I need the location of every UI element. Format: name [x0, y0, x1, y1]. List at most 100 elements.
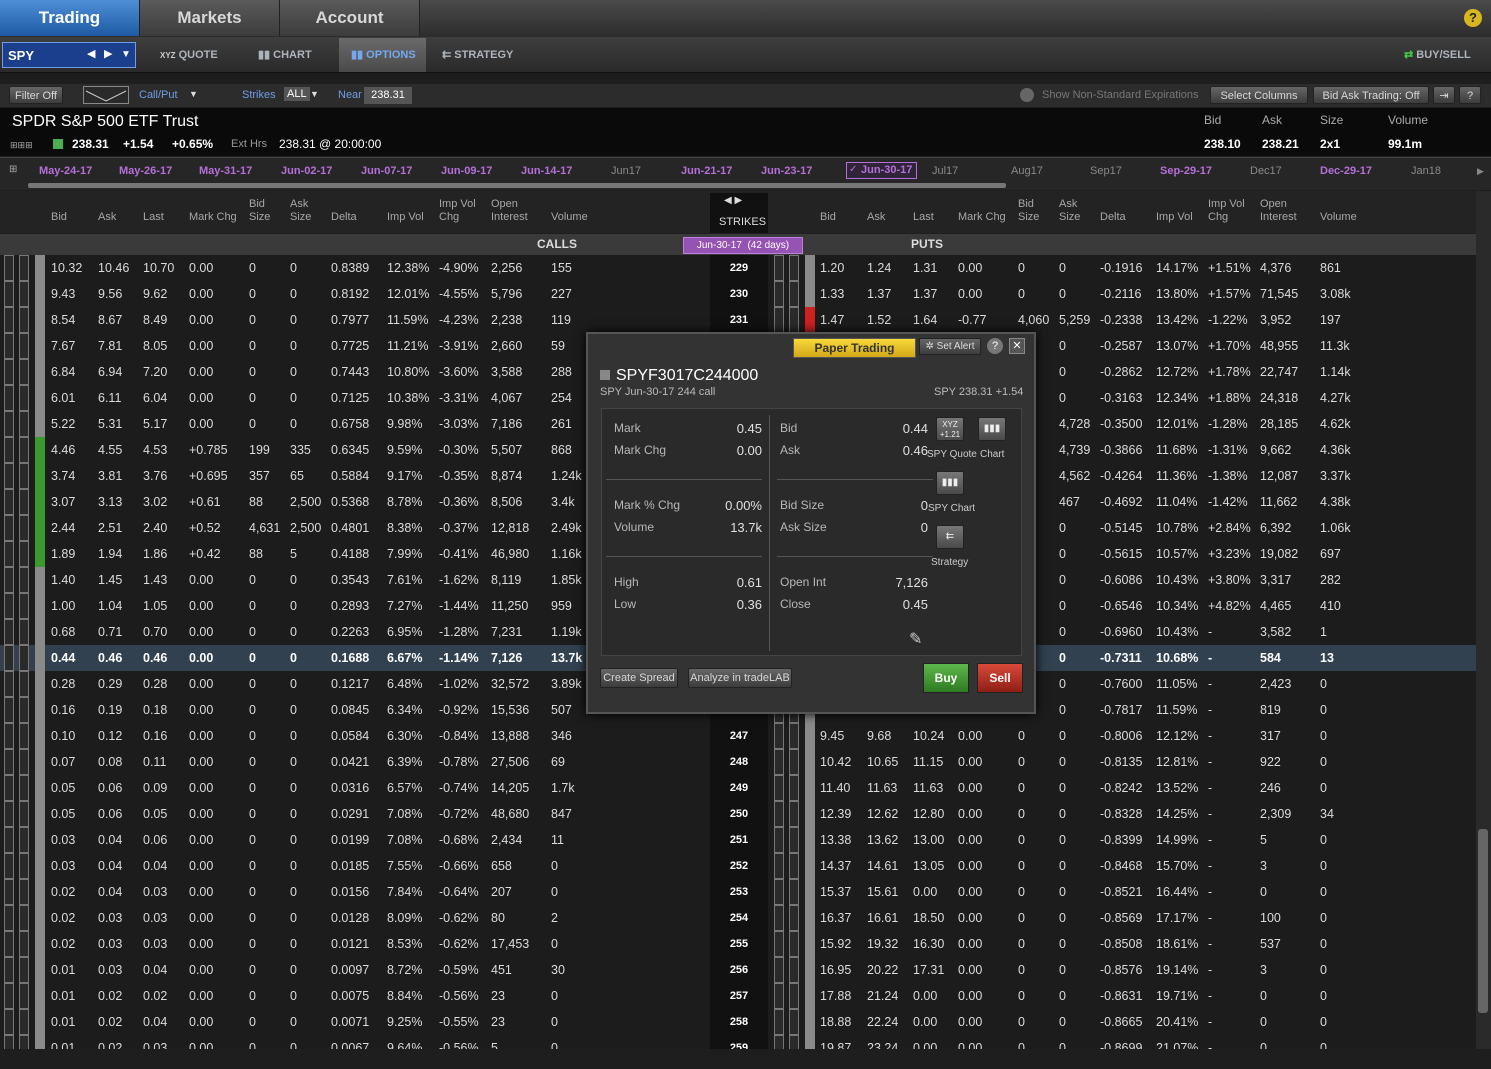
trade-icon[interactable] [4, 255, 14, 281]
call-markchg[interactable]: 0.00 [189, 333, 213, 359]
put-volume[interactable]: 0 [1320, 931, 1327, 957]
add-icon[interactable] [789, 1035, 799, 1049]
put-asksize[interactable]: 0 [1059, 671, 1066, 697]
call-asksize[interactable]: 0 [290, 385, 297, 411]
trade-icon[interactable] [774, 281, 784, 307]
call-last[interactable]: 3.76 [143, 463, 167, 489]
put-impvolchg[interactable]: - [1208, 1009, 1212, 1035]
put-volume[interactable]: 697 [1320, 541, 1341, 567]
call-last[interactable]: 0.04 [143, 1009, 167, 1035]
put-oi[interactable]: 4,376 [1260, 255, 1291, 281]
call-impvol[interactable]: 10.38% [387, 385, 429, 411]
put-impvolchg[interactable]: +4.82% [1208, 593, 1251, 619]
call-ask[interactable]: 0.04 [98, 827, 122, 853]
call-impvolchg[interactable]: -0.62% [439, 931, 479, 957]
put-impvol[interactable]: 11.05% [1156, 671, 1197, 697]
expiration-tab[interactable]: Sep17 [1090, 165, 1122, 177]
table-row[interactable]: 0.01 0.02 0.03 0.00 0 0 0.0067 9.64% -0.56% 5 0 259… [0, 1035, 1476, 1049]
call-ask[interactable]: 10.46 [98, 255, 129, 281]
add-icon[interactable] [19, 255, 29, 281]
expand-icon[interactable]: ⊞ [9, 164, 17, 175]
add-icon[interactable] [789, 307, 799, 333]
add-icon[interactable] [19, 957, 29, 983]
call-last[interactable]: 0.70 [143, 619, 167, 645]
add-icon[interactable] [19, 307, 29, 333]
call-volume[interactable]: 0 [551, 1009, 558, 1035]
put-last[interactable]: 0.00 [913, 983, 937, 1009]
put-markchg[interactable]: -0.77 [958, 307, 987, 333]
add-icon[interactable] [19, 385, 29, 411]
table-row[interactable]: 0.03 0.04 0.06 0.00 0 0 0.0199 7.08% -0.68% 2,434… [0, 827, 1476, 853]
call-impvol[interactable]: 9.59% [387, 437, 422, 463]
put-oi[interactable]: 100 [1260, 905, 1281, 931]
put-asksize[interactable]: 0 [1059, 801, 1066, 827]
call-last[interactable]: 0.16 [143, 723, 167, 749]
call-markchg[interactable]: +0.61 [189, 489, 221, 515]
call-markchg[interactable]: 0.00 [189, 1009, 213, 1035]
call-delta[interactable]: 0.0185 [331, 853, 369, 879]
call-impvol[interactable]: 6.67% [387, 645, 422, 671]
put-ask[interactable]: 1.52 [867, 307, 891, 333]
call-delta[interactable]: 0.8192 [331, 281, 369, 307]
call-bid[interactable]: 0.68 [51, 619, 75, 645]
call-delta[interactable]: 0.1217 [331, 671, 369, 697]
call-oi[interactable]: 3,588 [491, 359, 522, 385]
trade-icon[interactable] [4, 723, 14, 749]
call-bid[interactable]: 0.03 [51, 853, 75, 879]
trade-icon[interactable] [4, 359, 14, 385]
put-header-oi[interactable]: Open Interest [1260, 198, 1297, 224]
call-impvol[interactable]: 12.38% [387, 255, 429, 281]
put-impvolchg[interactable]: - [1208, 801, 1212, 827]
trade-icon[interactable] [4, 411, 14, 437]
put-last[interactable]: 13.00 [913, 827, 944, 853]
put-impvol[interactable]: 10.43% [1156, 567, 1198, 593]
call-oi[interactable]: 5,796 [491, 281, 522, 307]
call-impvol[interactable]: 9.64% [387, 1035, 422, 1049]
call-asksize[interactable]: 0 [290, 567, 297, 593]
trade-icon[interactable] [4, 307, 14, 333]
put-impvol[interactable]: 10.78% [1156, 515, 1198, 541]
table-row[interactable]: 0.02 0.03 0.03 0.00 0 0 0.0128 8.09% -0.62% 80 2 25… [0, 905, 1476, 931]
call-delta[interactable]: 0.0097 [331, 957, 369, 983]
put-delta[interactable]: -0.4264 [1100, 463, 1142, 489]
trade-icon[interactable] [4, 905, 14, 931]
call-volume[interactable]: 1.16k [551, 541, 582, 567]
put-bidsize[interactable]: 0 [1018, 723, 1025, 749]
call-oi[interactable]: 2,238 [491, 307, 522, 333]
put-impvol[interactable]: 10.43% [1156, 619, 1198, 645]
call-asksize[interactable]: 0 [290, 775, 297, 801]
call-impvolchg[interactable]: -0.30% [439, 437, 479, 463]
call-last[interactable]: 0.03 [143, 931, 167, 957]
call-bidsize[interactable]: 0 [249, 671, 256, 697]
call-asksize[interactable]: 0 [290, 1009, 297, 1035]
call-delta[interactable]: 0.0067 [331, 1035, 369, 1049]
trade-icon[interactable] [4, 775, 14, 801]
put-header-bidsize[interactable]: Bid Size [1018, 198, 1039, 224]
put-oi[interactable]: 48,955 [1260, 333, 1298, 359]
trade-icon[interactable] [4, 515, 14, 541]
add-icon[interactable] [19, 671, 29, 697]
call-bidsize[interactable]: 0 [249, 827, 256, 853]
put-header-ask[interactable]: Ask [867, 211, 885, 224]
call-asksize[interactable]: 335 [290, 437, 311, 463]
put-impvolchg[interactable]: - [1208, 723, 1212, 749]
set-alert-button[interactable]: ✲ Set Alert [919, 338, 981, 355]
put-impvolchg[interactable]: +1.51% [1208, 255, 1251, 281]
tab-trading[interactable]: Trading [0, 0, 140, 36]
put-delta[interactable]: -0.2862 [1100, 359, 1142, 385]
call-volume[interactable]: 1.19k [551, 619, 582, 645]
call-oi[interactable]: 11,250 [491, 593, 528, 619]
add-icon[interactable] [789, 879, 799, 905]
call-markchg[interactable]: 0.00 [189, 749, 213, 775]
put-bid[interactable]: 1.33 [820, 281, 844, 307]
close-icon[interactable]: ✕ [1009, 338, 1025, 354]
call-header-delta[interactable]: Delta [331, 211, 357, 224]
call-ask[interactable]: 0.03 [98, 957, 122, 983]
call-volume[interactable]: 0 [551, 1035, 558, 1049]
put-bid[interactable]: 19.87 [820, 1035, 851, 1049]
chevron-down-icon[interactable]: ▼ [310, 89, 319, 99]
add-icon[interactable] [19, 645, 29, 671]
expiration-scrollbar[interactable] [28, 183, 1006, 188]
add-icon[interactable] [19, 515, 29, 541]
put-volume[interactable]: 34 [1320, 801, 1334, 827]
